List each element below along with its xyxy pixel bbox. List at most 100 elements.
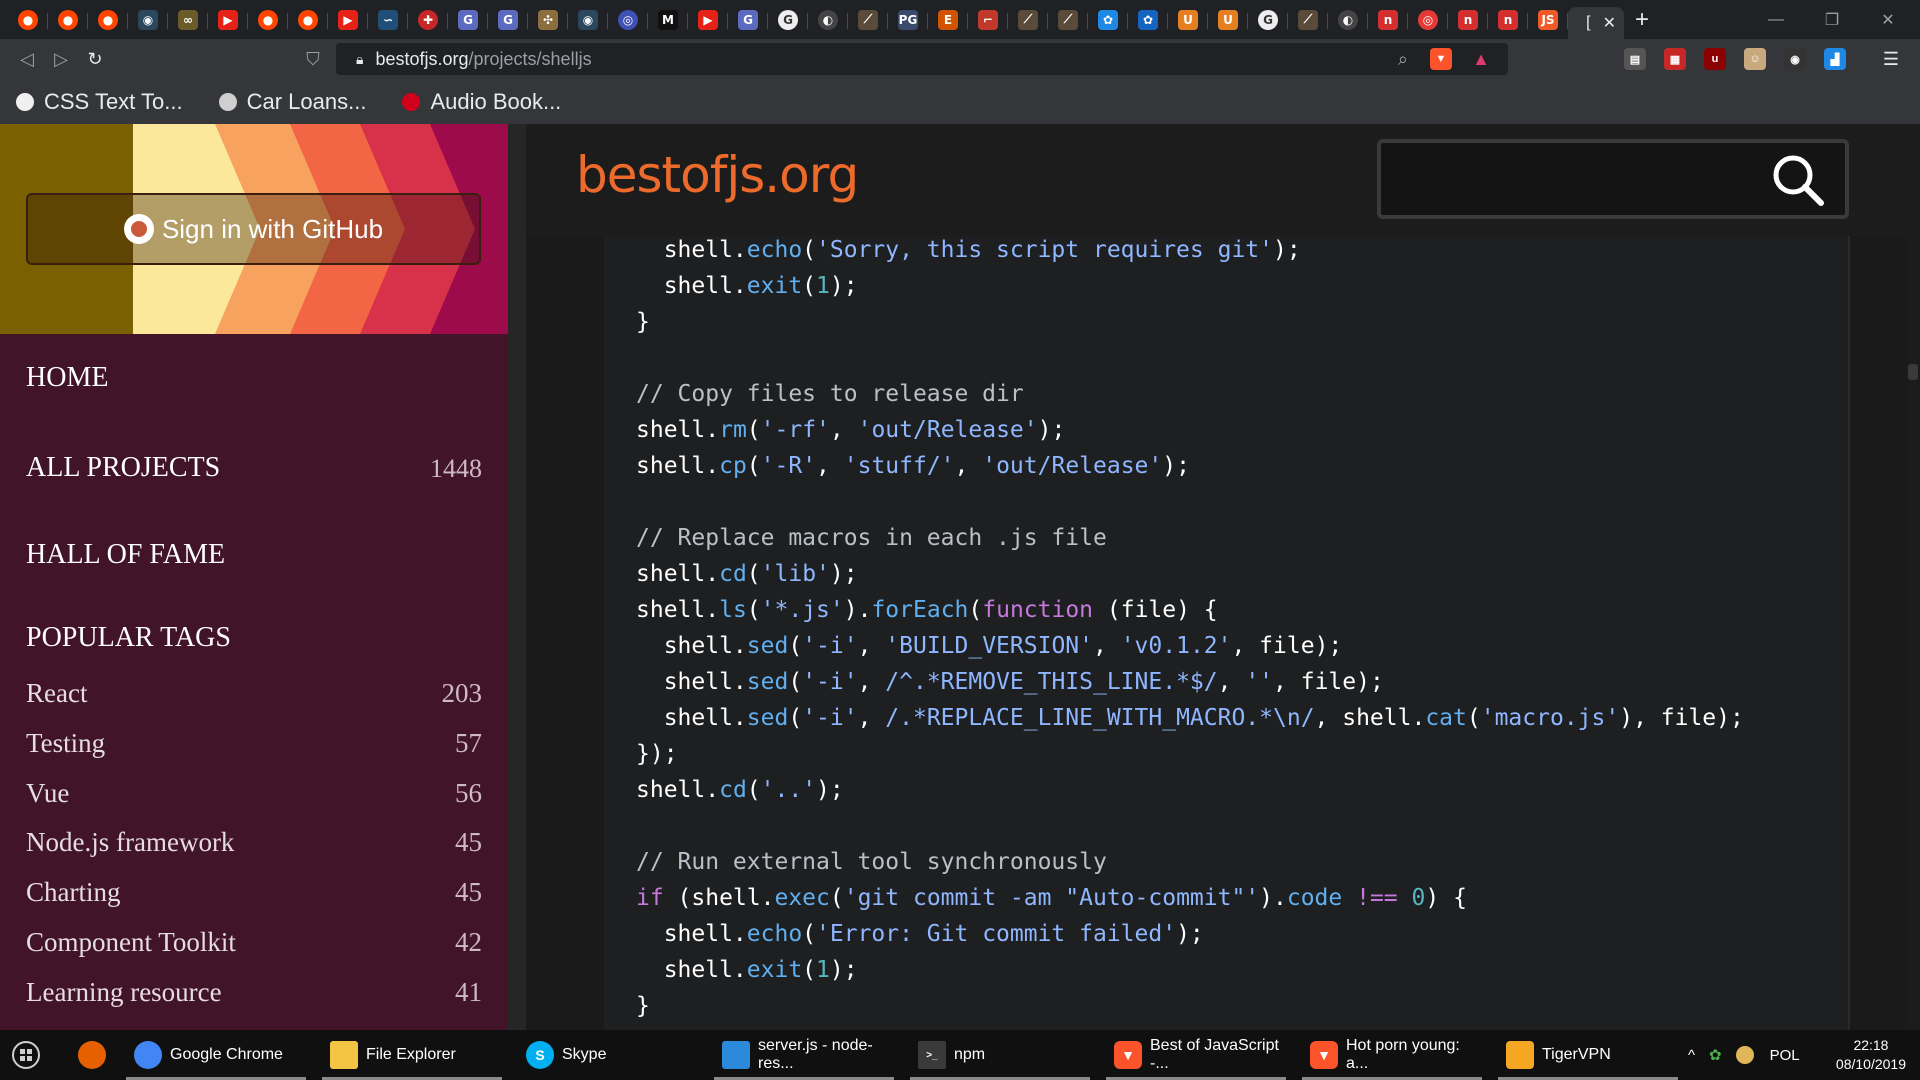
tab[interactable]: ◐ — [1328, 4, 1368, 36]
tab[interactable]: G — [488, 4, 528, 36]
active-tab[interactable]: [ ✕ — [1568, 7, 1624, 39]
tab[interactable]: n — [1488, 4, 1528, 36]
extension-icon[interactable]: ☺ — [1744, 48, 1766, 70]
back-button[interactable]: ◁ — [10, 43, 44, 77]
bookmark-button[interactable]: ⛉ — [296, 42, 330, 76]
tag-name: Component Toolkit — [26, 926, 236, 957]
tab[interactable]: ◉ — [568, 4, 608, 36]
taskbar-item[interactable]: server.js - node-res... — [712, 1030, 896, 1080]
site-logo[interactable]: bestofjs.org — [576, 146, 859, 204]
start-button[interactable] — [6, 1037, 46, 1073]
taskbar-item[interactable]: S Skype — [516, 1030, 700, 1080]
tab[interactable]: ◎ — [1408, 4, 1448, 36]
taskbar-item[interactable]: ▼ Best of JavaScript -... — [1104, 1030, 1288, 1080]
tab[interactable]: ✣ — [528, 4, 568, 36]
language-indicator[interactable]: POL — [1770, 1047, 1800, 1064]
bookmark-item[interactable]: Car Loans... — [218, 89, 366, 115]
tab[interactable]: ● — [88, 4, 128, 36]
menu-button[interactable]: ☰ — [1874, 42, 1908, 76]
tab[interactable]: ⟋ — [1048, 4, 1088, 36]
code-line: shell.cd('lib'); — [636, 561, 858, 587]
tab[interactable]: ▶ — [208, 4, 248, 36]
ublock-icon[interactable]: u — [1704, 48, 1726, 70]
tab[interactable]: G — [728, 4, 768, 36]
tag-item-charting[interactable]: Charting 45 — [26, 872, 482, 912]
tab[interactable]: ⟋ — [1008, 4, 1048, 36]
new-tab-button[interactable]: + — [1624, 4, 1660, 36]
search-icon[interactable] — [1771, 153, 1825, 207]
bookmark-item[interactable]: CSS Text To... — [16, 89, 183, 115]
scrollbar-thumb[interactable] — [1908, 364, 1918, 380]
close-icon[interactable]: ✕ — [1603, 13, 1616, 33]
tab[interactable]: E — [928, 4, 968, 36]
taskbar-item[interactable]: TigerVPN — [1496, 1030, 1680, 1080]
tab[interactable]: ● — [8, 4, 48, 36]
tag-count: 57 — [455, 727, 482, 758]
taskbar-item[interactable]: ▼ Hot porn young: a... — [1300, 1030, 1484, 1080]
taskbar-item[interactable]: Google Chrome — [124, 1030, 308, 1080]
tab[interactable]: ✚ — [408, 4, 448, 36]
tab[interactable]: G — [448, 4, 488, 36]
tab[interactable]: n — [1448, 4, 1488, 36]
tab[interactable]: JS — [1528, 4, 1568, 36]
extension-icon[interactable]: ◉ — [1784, 48, 1806, 70]
code-line: shell.rm('-rf', 'out/Release'); — [636, 417, 1066, 443]
minimize-button[interactable]: — — [1748, 0, 1804, 39]
close-window-button[interactable]: ✕ — [1860, 0, 1916, 39]
restore-button[interactable]: ❐ — [1804, 0, 1860, 39]
address-bar[interactable]: 🔒︎ bestofjs.org/projects/shelljs ⌕ ▼ ▲ — [336, 43, 1508, 75]
tab[interactable]: n — [1368, 4, 1408, 36]
taskbar-firefox[interactable] — [68, 1030, 120, 1080]
tag-item-testing[interactable]: Testing 57 — [26, 723, 482, 763]
tab[interactable]: G — [1248, 4, 1288, 36]
tab[interactable]: ◉ — [128, 4, 168, 36]
extension-icon[interactable]: ▦ — [1664, 48, 1686, 70]
tag-item-vue[interactable]: Vue 56 — [26, 773, 482, 813]
page-scrollbar[interactable] — [1906, 236, 1920, 1030]
tab[interactable]: G — [768, 4, 808, 36]
tab[interactable]: ◎ — [608, 4, 648, 36]
tab[interactable]: ● — [48, 4, 88, 36]
taskbar-item[interactable]: >_ npm — [908, 1030, 1092, 1080]
tag-item-learning-resource[interactable]: Learning resource 41 — [26, 972, 482, 1012]
tab[interactable]: ▶ — [328, 4, 368, 36]
tab[interactable]: ● — [248, 4, 288, 36]
nav-home[interactable]: HOME — [26, 362, 108, 394]
tab[interactable]: ⟋ — [848, 4, 888, 36]
zoom-icon[interactable]: ⌕ — [1398, 49, 1408, 70]
sign-in-github-button[interactable]: Sign in with GitHub — [26, 193, 481, 265]
tab[interactable]: ⟋ — [1288, 4, 1328, 36]
reload-button[interactable]: ↻ — [78, 43, 112, 77]
taskbar-item-label: Skype — [562, 1046, 607, 1063]
tab[interactable]: M — [648, 4, 688, 36]
extension-icon[interactable]: ▟ — [1824, 48, 1846, 70]
tab[interactable]: ▶ — [688, 4, 728, 36]
brave-rewards-icon[interactable]: ▲ — [1470, 48, 1492, 70]
tab[interactable]: ✿ — [1088, 4, 1128, 36]
nav-all-projects[interactable]: ALL PROJECTS — [26, 452, 220, 484]
tab[interactable]: ✿ — [1128, 4, 1168, 36]
tab[interactable]: ∞ — [168, 4, 208, 36]
paw-icon[interactable]: ✿ — [1709, 1046, 1722, 1064]
tag-item-react[interactable]: React 203 — [26, 673, 482, 713]
nav-hall-of-fame[interactable]: HALL OF FAME — [26, 539, 225, 571]
tag-item-nodejs-framework[interactable]: Node.js framework 45 — [26, 822, 482, 862]
brave-shield-icon[interactable]: ▼ — [1430, 48, 1452, 70]
tab[interactable]: U — [1208, 4, 1248, 36]
tab[interactable]: ● — [288, 4, 328, 36]
tab[interactable]: PG — [888, 4, 928, 36]
tab[interactable]: ∽ — [368, 4, 408, 36]
n-icon: n — [1458, 9, 1478, 30]
search-input[interactable] — [1377, 139, 1849, 219]
forward-button[interactable]: ▷ — [44, 43, 78, 77]
clock[interactable]: 22:18 08/10/2019 — [1836, 1036, 1906, 1074]
bookmark-item[interactable]: Audio Book... — [402, 89, 561, 115]
extension-icon[interactable]: ▤ — [1624, 48, 1646, 70]
weather-icon[interactable] — [1735, 1046, 1754, 1064]
chevron-up-icon[interactable]: ^ — [1688, 1047, 1695, 1064]
taskbar-item[interactable]: File Explorer — [320, 1030, 504, 1080]
tab[interactable]: ⌐ — [968, 4, 1008, 36]
tab[interactable]: ◐ — [808, 4, 848, 36]
tab[interactable]: U — [1168, 4, 1208, 36]
tag-item-component-toolkit[interactable]: Component Toolkit 42 — [26, 922, 482, 962]
